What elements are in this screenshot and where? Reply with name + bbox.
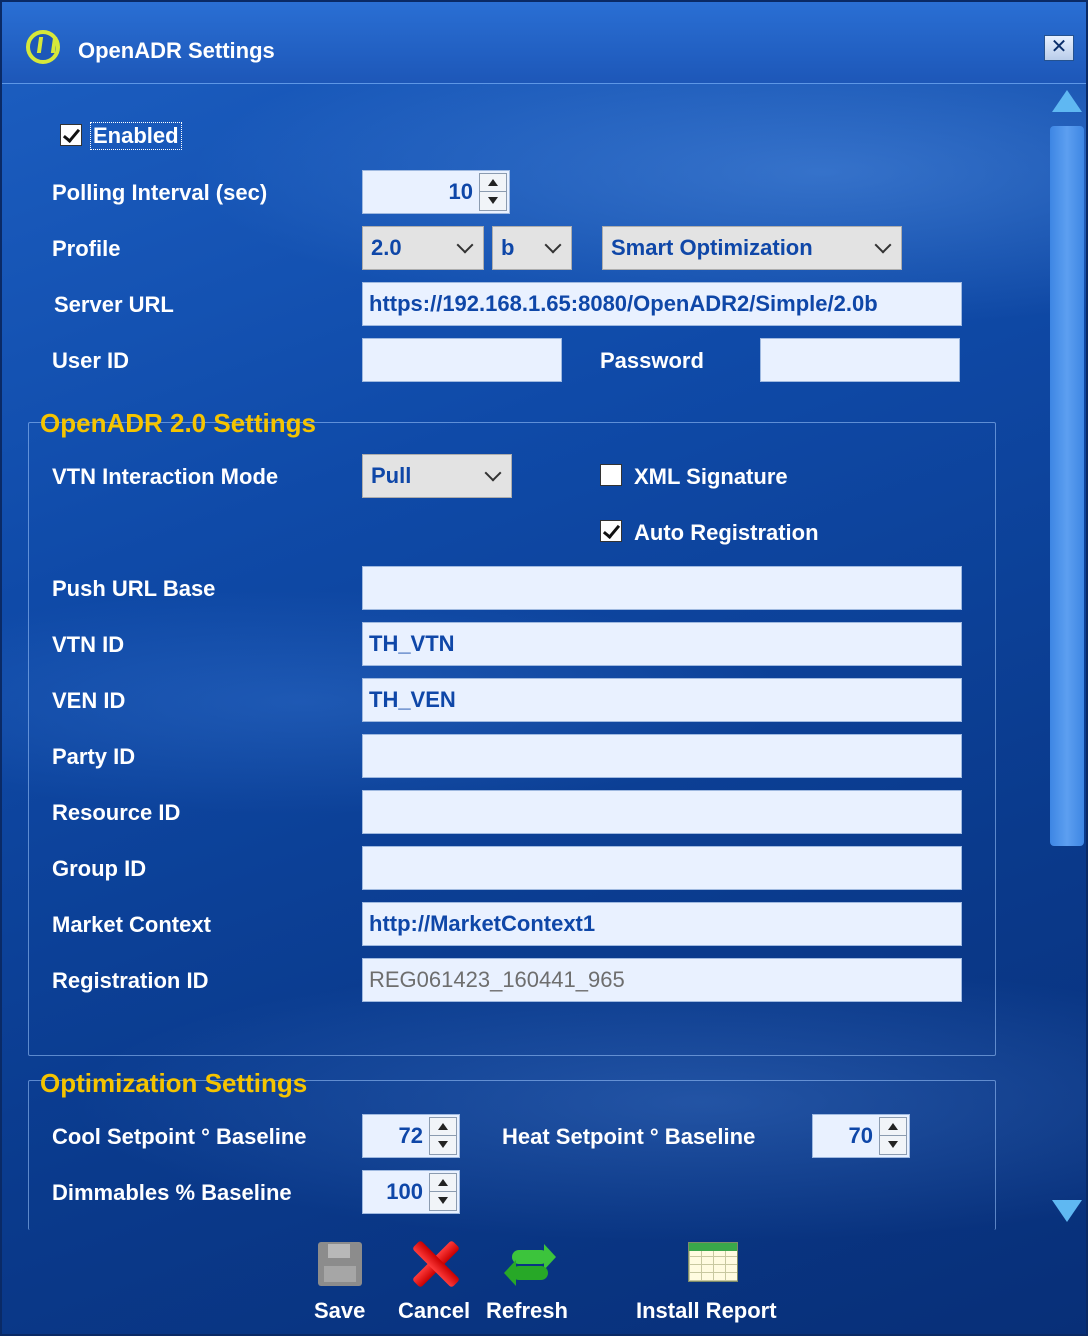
profile-label: Profile bbox=[52, 236, 121, 261]
profile-variant-value: b bbox=[501, 235, 515, 260]
enabled-checkbox[interactable] bbox=[60, 124, 82, 146]
scroll-down-icon[interactable] bbox=[1048, 1190, 1086, 1230]
profile-variant-select[interactable]: b bbox=[492, 226, 572, 270]
openadr-settings-window: OpenADR Settings ✕ Enabled Polling Inter… bbox=[0, 0, 1088, 1336]
auto-registration-label[interactable]: Auto Registration bbox=[634, 520, 819, 546]
spin-up-icon[interactable] bbox=[880, 1118, 906, 1136]
spin-up-icon[interactable] bbox=[430, 1174, 456, 1192]
vtn-mode-label: VTN Interaction Mode bbox=[52, 464, 279, 489]
group-id-field[interactable] bbox=[362, 846, 962, 890]
dimmables-spinner[interactable]: 100 bbox=[362, 1170, 460, 1214]
registration-id-label: Registration ID bbox=[52, 968, 209, 993]
enabled-label[interactable]: Enabled bbox=[90, 122, 182, 150]
save-icon bbox=[318, 1242, 362, 1286]
close-button[interactable]: ✕ bbox=[1044, 35, 1074, 61]
heat-setpoint-spinner[interactable]: 70 bbox=[812, 1114, 910, 1158]
vtn-id-label: VTN ID bbox=[52, 632, 125, 657]
profile-version-value: 2.0 bbox=[371, 235, 402, 260]
profile-mode-select[interactable]: Smart Optimization bbox=[602, 226, 902, 270]
profile-version-select[interactable]: 2.0 bbox=[362, 226, 484, 270]
profile-mode-value: Smart Optimization bbox=[611, 235, 813, 260]
refresh-label: Refresh bbox=[486, 1298, 568, 1323]
party-id-field[interactable] bbox=[362, 734, 962, 778]
chevron-down-icon bbox=[484, 464, 502, 482]
scrollbar-thumb[interactable] bbox=[1050, 126, 1084, 846]
optimization-section-title: Optimization Settings bbox=[40, 1068, 308, 1098]
resource-id-field[interactable] bbox=[362, 790, 962, 834]
push-url-label: Push URL Base bbox=[52, 576, 216, 601]
server-url-field[interactable]: https://192.168.1.65:8080/OpenADR2/Simpl… bbox=[362, 282, 962, 326]
spin-up-icon[interactable] bbox=[430, 1118, 456, 1136]
openadr20-section-title: OpenADR 2.0 Settings bbox=[40, 408, 316, 438]
vtn-id-field[interactable]: TH_VTN bbox=[362, 622, 962, 666]
scroll-up-icon[interactable] bbox=[1048, 84, 1086, 124]
refresh-button[interactable]: Refresh bbox=[486, 1230, 582, 1336]
cancel-icon bbox=[410, 1238, 462, 1290]
window-title: OpenADR Settings bbox=[78, 38, 275, 63]
install-report-button[interactable]: Install Report bbox=[634, 1230, 794, 1336]
polling-interval-value: 10 bbox=[448, 179, 473, 204]
title-bar: OpenADR Settings ✕ bbox=[2, 2, 1086, 84]
ven-id-label: VEN ID bbox=[52, 688, 126, 713]
ven-id-field[interactable]: TH_VEN bbox=[362, 678, 962, 722]
cancel-label: Cancel bbox=[398, 1298, 471, 1323]
install-report-icon bbox=[688, 1242, 738, 1282]
chevron-down-icon bbox=[544, 236, 562, 254]
cool-setpoint-label: Cool Setpoint ° Baseline bbox=[52, 1124, 307, 1149]
spin-down-icon[interactable] bbox=[430, 1136, 456, 1154]
xml-signature-checkbox[interactable] bbox=[600, 464, 622, 486]
market-context-field[interactable]: http://MarketContext1 bbox=[362, 902, 962, 946]
push-url-field[interactable] bbox=[362, 566, 962, 610]
spin-up-icon[interactable] bbox=[480, 174, 506, 192]
cancel-button[interactable]: Cancel bbox=[396, 1230, 482, 1336]
resource-id-label: Resource ID bbox=[52, 800, 181, 825]
dimmables-label: Dimmables % Baseline bbox=[52, 1180, 292, 1205]
vtn-mode-select[interactable]: Pull bbox=[362, 454, 512, 498]
chevron-down-icon bbox=[456, 236, 474, 254]
market-context-label: Market Context bbox=[52, 912, 211, 937]
openadr-logo-icon bbox=[26, 30, 60, 64]
polling-interval-spinner[interactable]: 10 bbox=[362, 170, 510, 214]
registration-id-field[interactable]: REG061423_160441_965 bbox=[362, 958, 962, 1002]
heat-setpoint-value: 70 bbox=[848, 1123, 873, 1148]
polling-interval-label: Polling Interval (sec) bbox=[52, 180, 268, 205]
user-id-field[interactable] bbox=[362, 338, 562, 382]
install-report-label: Install Report bbox=[636, 1298, 777, 1323]
footer-toolbar: Save Cancel Refresh Install Report bbox=[2, 1230, 1086, 1336]
vtn-mode-value: Pull bbox=[371, 463, 412, 488]
auto-registration-checkbox[interactable] bbox=[600, 520, 622, 542]
spin-down-icon[interactable] bbox=[480, 192, 506, 210]
server-url-label: Server URL bbox=[54, 292, 174, 317]
vertical-scrollbar[interactable] bbox=[1048, 84, 1086, 1230]
password-label: Password bbox=[600, 348, 704, 373]
save-button[interactable]: Save bbox=[308, 1230, 378, 1336]
cool-setpoint-value: 72 bbox=[398, 1123, 423, 1148]
spin-down-icon[interactable] bbox=[880, 1136, 906, 1154]
user-id-label: User ID bbox=[52, 348, 130, 373]
cool-setpoint-spinner[interactable]: 72 bbox=[362, 1114, 460, 1158]
refresh-icon bbox=[504, 1240, 556, 1288]
spin-down-icon[interactable] bbox=[430, 1192, 456, 1210]
party-id-label: Party ID bbox=[52, 744, 136, 769]
save-label: Save bbox=[314, 1298, 366, 1323]
heat-setpoint-label: Heat Setpoint ° Baseline bbox=[502, 1124, 756, 1149]
dimmables-value: 100 bbox=[386, 1179, 423, 1204]
password-field[interactable] bbox=[760, 338, 960, 382]
group-id-label: Group ID bbox=[52, 856, 147, 881]
close-icon: ✕ bbox=[1050, 36, 1068, 58]
chevron-down-icon bbox=[874, 236, 892, 254]
xml-signature-label[interactable]: XML Signature bbox=[634, 464, 788, 490]
